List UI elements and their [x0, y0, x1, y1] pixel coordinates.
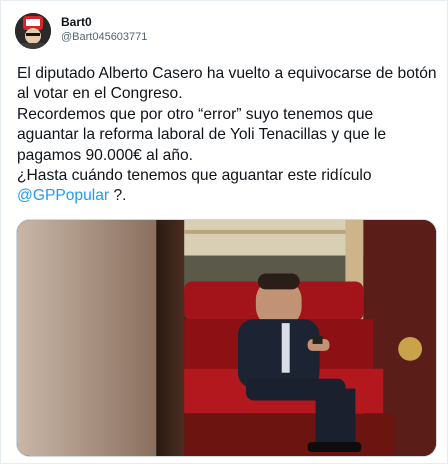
tweet-card[interactable]: Bart0 @Bart045603771 El diputado Alberto… — [0, 0, 448, 464]
photo-illustration — [17, 220, 436, 456]
profile-avatar-icon[interactable] — [15, 13, 51, 49]
tweet-ending: ?. — [109, 187, 127, 205]
display-name[interactable]: Bart0 — [61, 15, 92, 29]
mention-link[interactable]: @GPPopular — [17, 187, 109, 204]
tweet-photo[interactable] — [16, 219, 437, 457]
tweet-body: El diputado Alberto Casero ha vuelto a e… — [17, 65, 437, 185]
tweet-text: El diputado Alberto Casero ha vuelto a e… — [17, 64, 437, 207]
user-handle[interactable]: @Bart045603771 — [61, 31, 147, 43]
